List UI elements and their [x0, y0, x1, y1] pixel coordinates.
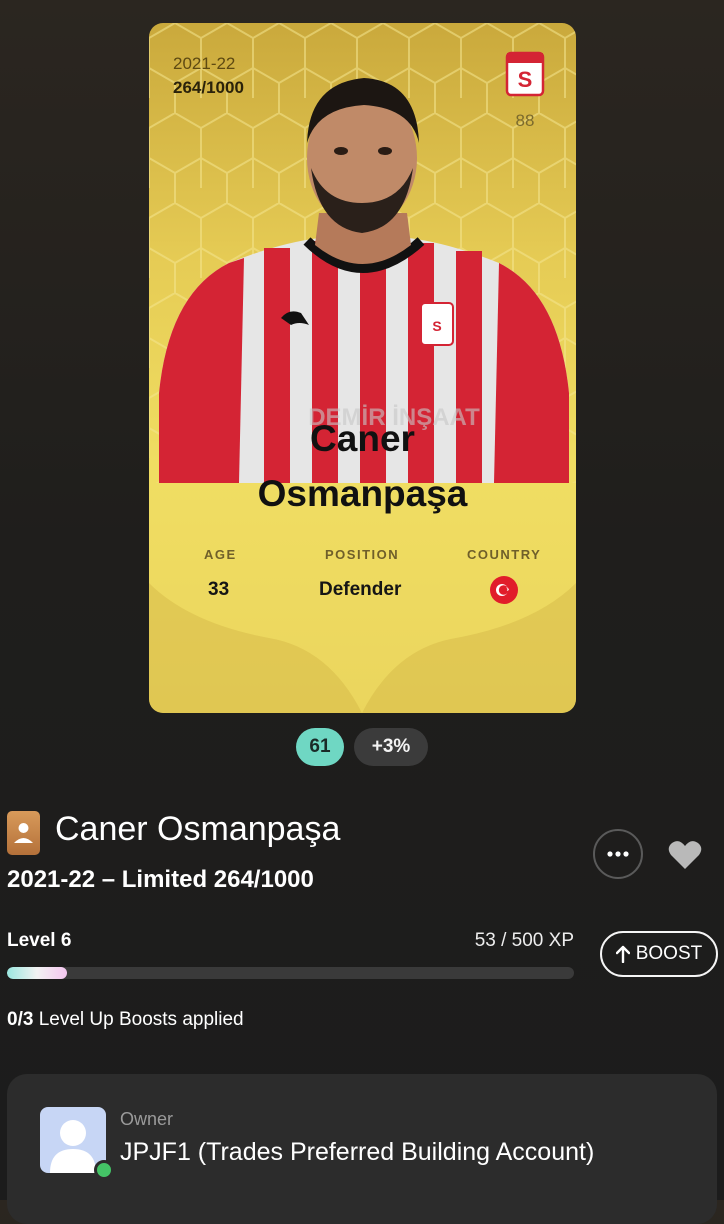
card-title: Caner Osmanpaşa [55, 810, 341, 848]
owner-label: Owner [120, 1109, 174, 1129]
xp-progress-bar [7, 967, 574, 979]
club-rank: 88 [515, 111, 535, 130]
online-status-dot [94, 1160, 114, 1180]
svg-text:S: S [432, 318, 441, 334]
club-badge-icon: S [505, 51, 545, 97]
xp-progress-fill [7, 967, 68, 979]
age-value: 33 [208, 579, 230, 600]
boosts-applied-count: 0/3 [7, 1009, 34, 1030]
player-card[interactable]: S DEMİR İNŞAAT 2021-22 264/1000 S 88 Can… [149, 23, 576, 713]
boosts-applied: 0/3 Level Up Boosts applied [7, 1009, 244, 1031]
card-last-name: Osmanpaşa [257, 473, 468, 514]
age-label: AGE [204, 547, 237, 562]
position-value: Defender [319, 579, 402, 600]
card-season: 2021-22 [173, 54, 236, 73]
card-serial-number: 264/1000 [173, 78, 244, 97]
svg-text:S: S [518, 67, 533, 92]
more-icon [607, 851, 629, 857]
heart-icon[interactable] [668, 840, 702, 870]
owner-panel[interactable]: Owner JPJF1 (Trades Preferred Building A… [7, 1074, 717, 1224]
boost-button[interactable]: BOOST [600, 931, 718, 977]
score-pill: 61 [296, 728, 344, 766]
turkey-flag-icon [490, 576, 518, 604]
owner-name[interactable]: JPJF1 (Trades Preferred Building Account… [120, 1138, 594, 1167]
country-label: COUNTRY [467, 547, 542, 562]
more-options-button[interactable] [593, 829, 643, 879]
position-label: POSITION [325, 547, 400, 562]
boost-label: BOOST [635, 943, 703, 964]
xp-text: 53 / 500 XP [474, 930, 574, 951]
card-subtitle: 2021-22 – Limited 264/1000 [7, 866, 314, 893]
rarity-icon [7, 811, 40, 855]
card-first-name: Caner [310, 418, 415, 459]
arrow-up-icon [615, 945, 630, 963]
bonus-pill: +3% [354, 728, 428, 766]
boosts-applied-text: Level Up Boosts applied [33, 1009, 244, 1030]
level-label: Level 6 [7, 930, 72, 951]
